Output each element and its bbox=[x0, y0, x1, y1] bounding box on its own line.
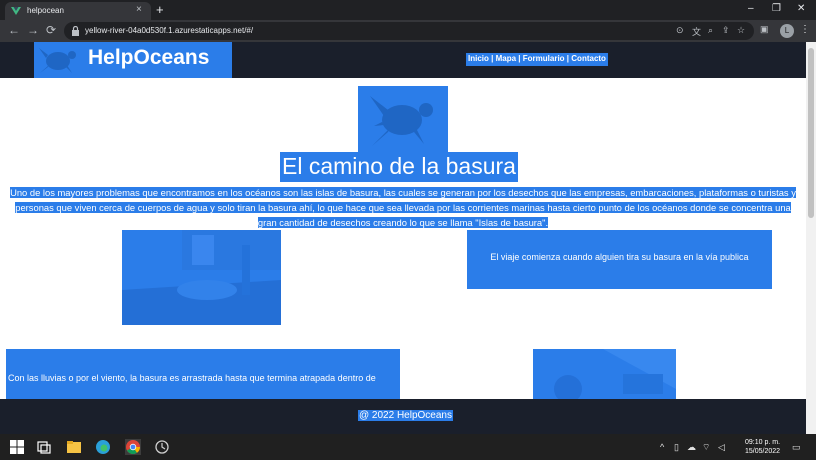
volume-icon[interactable]: ◁ bbox=[718, 442, 725, 453]
site-header: HelpOceans Inicio | Mapa | Formulario | … bbox=[0, 42, 806, 78]
url-text: yellow-river-04a0d530f.1.azurestaticapps… bbox=[85, 26, 254, 35]
site-logo[interactable]: HelpOceans bbox=[34, 42, 232, 78]
intro-line: personas que viven cerca de cuerpos de a… bbox=[15, 202, 791, 213]
page-scrollbar[interactable] bbox=[806, 42, 816, 434]
file-explorer-icon[interactable] bbox=[66, 439, 82, 455]
turtle-logo-icon bbox=[39, 48, 76, 73]
web-page: HelpOceans Inicio | Mapa | Formulario | … bbox=[0, 42, 806, 434]
browser-tab-bar: helpocean × + – ❐ ✕ bbox=[0, 0, 816, 20]
windows-start-icon[interactable] bbox=[9, 439, 25, 455]
site-nav: Inicio | Mapa | Formulario | Contacto bbox=[466, 53, 608, 66]
clock-time: 09:10 p. m. bbox=[745, 439, 781, 446]
hero-turtle-image bbox=[358, 86, 448, 154]
minimize-button[interactable]: – bbox=[748, 3, 754, 14]
nav-link-inicio[interactable]: Inicio bbox=[468, 54, 489, 63]
show-hidden-icons-icon[interactable]: ^ bbox=[660, 442, 664, 452]
address-bar[interactable]: yellow-river-04a0d530f.1.azurestaticapps… bbox=[64, 22, 754, 40]
tab-title: helpocean bbox=[27, 6, 64, 15]
tab-helpocean[interactable]: helpocean × bbox=[5, 2, 151, 20]
browser-toolbar: ← → ⟳ yellow-river-04a0d530f.1.azurestat… bbox=[0, 20, 816, 42]
network-icon[interactable]: ⌔ bbox=[702, 442, 710, 453]
step-2-text: Con las lluvias o por el viento, la basu… bbox=[8, 373, 376, 383]
share-icon[interactable]: ⇪ bbox=[722, 25, 730, 36]
lock-icon bbox=[72, 26, 79, 36]
notifications-icon[interactable]: ▭ bbox=[792, 442, 801, 453]
nav-link-formulario[interactable]: Formulario bbox=[523, 54, 565, 63]
google-lens-icon[interactable]: ⊙ bbox=[676, 25, 684, 36]
vue-logo-icon bbox=[11, 7, 21, 15]
scrollbar-thumb[interactable] bbox=[808, 48, 814, 218]
chrome-icon[interactable] bbox=[125, 439, 141, 455]
site-footer: @ 2022 HelpOceans bbox=[0, 399, 806, 434]
close-window-button[interactable]: ✕ bbox=[797, 3, 805, 14]
system-clock[interactable]: 09:10 p. m. 15/05/2022 bbox=[745, 438, 780, 456]
logo-text: HelpOceans bbox=[88, 46, 210, 69]
nav-separator: | bbox=[491, 54, 494, 63]
edge-icon[interactable] bbox=[95, 439, 111, 455]
step-1-text: El viaje comienza cuando alguien tira su… bbox=[490, 252, 749, 262]
intro-line: Uno de los mayores problemas que encontr… bbox=[10, 187, 796, 198]
profile-avatar[interactable]: L bbox=[780, 24, 794, 38]
new-tab-button[interactable]: + bbox=[156, 2, 164, 17]
street-trash-photo bbox=[122, 230, 281, 325]
battery-icon[interactable]: ▯ bbox=[674, 442, 679, 453]
tab-close-icon[interactable]: × bbox=[136, 4, 142, 15]
task-view-icon[interactable] bbox=[36, 439, 52, 455]
nav-link-contacto[interactable]: Contacto bbox=[571, 54, 606, 63]
translate-icon[interactable]: 文 bbox=[692, 25, 701, 38]
sea-turtle-icon bbox=[370, 96, 433, 146]
intro-line: gran cantidad de desechos creando lo que… bbox=[257, 217, 549, 228]
nav-link-mapa[interactable]: Mapa bbox=[496, 54, 516, 63]
nav-separator: | bbox=[518, 54, 521, 63]
browser-menu-icon[interactable]: ⋮ bbox=[800, 24, 810, 35]
bookmark-star-icon[interactable]: ☆ bbox=[737, 25, 745, 36]
windows-taskbar: ^ ▯ ☁ ⌔ ◁ 09:10 p. m. 15/05/2022 ▭ bbox=[0, 434, 816, 460]
nav-separator: | bbox=[566, 54, 570, 63]
reload-button[interactable]: ⟳ bbox=[46, 23, 56, 37]
onedrive-cloud-icon[interactable]: ☁ bbox=[687, 442, 696, 453]
intro-paragraph: Uno de los mayores problemas que encontr… bbox=[0, 185, 806, 230]
restore-button[interactable]: ❐ bbox=[772, 3, 781, 14]
back-button[interactable]: ← bbox=[8, 23, 20, 37]
page-title: El camino de la basura bbox=[280, 152, 518, 182]
forward-button[interactable]: → bbox=[27, 23, 39, 37]
clock-date: 15/05/2022 bbox=[745, 448, 781, 455]
app-icon[interactable] bbox=[154, 439, 170, 455]
footer-copyright: @ 2022 HelpOceans bbox=[358, 410, 453, 421]
step-1-box: El viaje comienza cuando alguien tira su… bbox=[467, 230, 772, 289]
photo-placeholder bbox=[122, 230, 281, 325]
sidebar-icon[interactable]: ▣ bbox=[760, 24, 769, 35]
zoom-icon[interactable]: ⌕ bbox=[708, 25, 713, 36]
